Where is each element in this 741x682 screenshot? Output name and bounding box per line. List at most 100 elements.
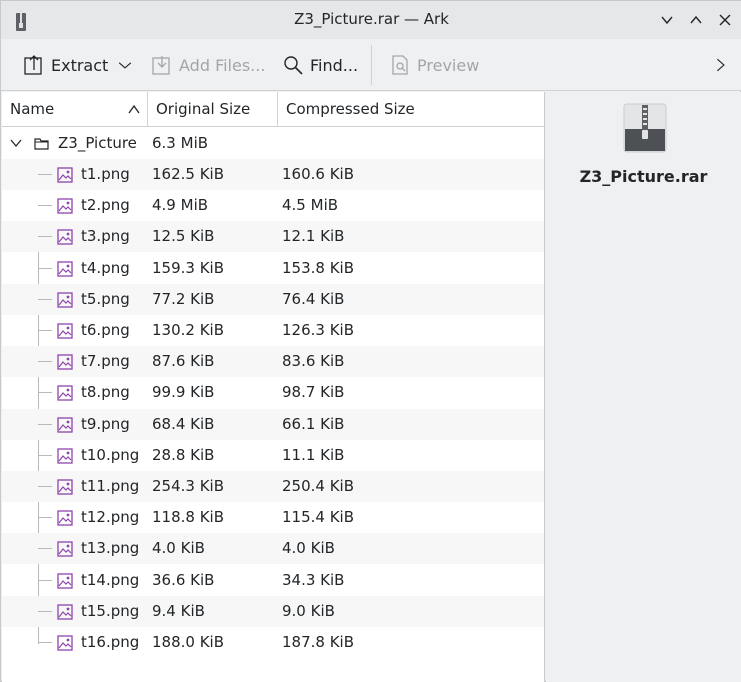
file-row[interactable]: t16.png 188.0 KiB 187.8 KiB [2,627,544,658]
file-row[interactable]: t14.png 36.6 KiB 34.3 KiB [2,565,544,596]
folder-icon [34,138,49,150]
folder-row[interactable]: Z3_Picture 6.3 MiB [2,128,544,159]
close-button[interactable] [714,9,736,31]
file-original-size: 162.5 KiB [152,165,225,183]
chevron-down-icon[interactable] [10,139,22,148]
file-original-size: 87.6 KiB [152,352,215,371]
add-files-button[interactable]: Add Files... [151,48,265,82]
file-name: t13.png [81,539,140,558]
file-original-size: 4.0 KiB [152,539,205,558]
file-original-size: 68.4 KiB [152,414,215,433]
file-compressed-size: 98.7 KiB [282,383,345,402]
file-row[interactable]: t13.png 4.0 KiB 4.0 KiB [2,533,544,565]
file-compressed-size: 34.3 KiB [282,570,345,589]
image-file-icon [57,635,73,651]
file-row[interactable]: t15.png 9.4 KiB 9.0 KiB [2,595,544,627]
column-header: Name Original Size Compressed Size [2,92,544,127]
tree-branch-line [38,361,52,363]
image-file-icon [57,385,73,402]
file-compressed-size: 4.0 KiB [282,539,335,558]
extract-label: Extract [51,55,109,75]
chevron-right-icon [716,58,725,72]
folder-name: Z3_Picture [58,134,137,152]
file-original-size: 130.2 KiB [152,321,225,339]
column-compressed-size-label: Compressed Size [286,100,415,118]
file-row[interactable]: t5.png 77.2 KiB 76.4 KiB [2,283,544,315]
image-file-icon [57,510,73,526]
toolbar-overflow-button[interactable] [713,48,735,82]
tree-branch-line [38,330,52,331]
tree-branch-line [38,486,52,487]
archive-file-icon [623,103,667,153]
tree-branch-line [38,236,52,238]
window-title: Z3_Picture.rar — Ark [294,10,449,28]
column-name-header[interactable]: Name [2,92,147,127]
tree-branch-line [38,205,52,207]
tree-branch-line [38,517,52,519]
file-compressed-size: 12.1 KiB [282,227,345,246]
close-icon [719,14,731,26]
file-name: t2.png [81,196,130,215]
file-compressed-size: 9.0 KiB [282,601,335,620]
file-compressed-size: 153.8 KiB [282,258,355,277]
file-row[interactable]: t6.png 130.2 KiB 126.3 KiB [2,315,544,346]
column-original-size-header[interactable]: Original Size [148,92,277,127]
file-compressed-size: 66.1 KiB [282,414,345,433]
file-row[interactable]: t9.png 68.4 KiB 66.1 KiB [2,408,544,440]
tree-branch-line [38,454,52,456]
file-name: t14.png [81,570,140,589]
file-row[interactable]: t3.png 12.5 KiB 12.1 KiB [2,221,544,253]
file-name: t4.png [81,258,130,277]
archive-tree-view[interactable]: Name Original Size Compressed Size Z3_Pi… [2,92,545,682]
preview-button[interactable]: Preview [389,48,479,82]
chevron-up-icon [690,15,702,24]
file-row[interactable]: t2.png 4.9 MiB 4.5 MiB [2,190,544,221]
file-row[interactable]: t11.png 254.3 KiB 250.4 KiB [2,471,544,502]
extract-icon [24,55,42,75]
file-row[interactable]: t10.png 28.8 KiB 11.1 KiB [2,440,544,471]
tree-branch-line [38,642,52,643]
column-original-size-label: Original Size [156,100,251,118]
file-original-size: 254.3 KiB [152,477,225,495]
find-label: Find... [310,55,359,75]
title-bar[interactable]: Z3_Picture.rar — Ark [1,1,741,39]
find-button[interactable]: Find... [282,48,358,82]
folder-original-size: 6.3 MiB [152,134,209,152]
file-name: t7.png [81,352,130,371]
main-toolbar: Extract Add Files... Find... Preview [1,39,741,91]
image-file-icon [57,572,73,589]
file-name: t9.png [81,414,130,433]
tree-branch-line [38,174,52,175]
file-name: t11.png [81,477,140,495]
image-file-icon [57,604,73,620]
file-original-size: 99.9 KiB [152,383,215,402]
file-row[interactable]: t8.png 99.9 KiB 98.7 KiB [2,377,544,408]
file-original-size: 77.2 KiB [152,289,215,308]
chevron-down-icon [118,62,132,69]
image-file-icon [57,229,73,246]
file-name: t5.png [81,289,130,308]
file-row[interactable]: t1.png 162.5 KiB 160.6 KiB [2,159,544,190]
add-files-icon [152,56,170,75]
file-original-size: 28.8 KiB [152,445,215,464]
archive-name: Z3_Picture.rar [579,167,708,186]
toolbar-separator [371,45,372,85]
column-compressed-size-header[interactable]: Compressed Size [278,92,544,127]
file-original-size: 9.4 KiB [152,601,205,620]
file-original-size: 12.5 KiB [152,227,215,246]
image-file-icon [57,416,73,433]
file-row[interactable]: t7.png 87.6 KiB 83.6 KiB [2,346,544,378]
file-name: t12.png [81,508,140,527]
search-icon [284,56,303,75]
file-row[interactable]: t4.png 159.3 KiB 153.8 KiB [2,253,544,284]
extract-menu-button[interactable] [117,48,139,82]
minimize-button[interactable] [656,9,678,31]
maximize-button[interactable] [685,9,707,31]
file-compressed-size: 115.4 KiB [282,508,355,527]
file-original-size: 188.0 KiB [152,633,225,651]
extract-button[interactable]: Extract [23,48,108,82]
file-row[interactable]: t12.png 118.8 KiB 115.4 KiB [2,502,544,533]
file-original-size: 159.3 KiB [152,258,225,277]
file-compressed-size: 4.5 MiB [282,196,339,215]
tree-branch-line [38,267,52,269]
